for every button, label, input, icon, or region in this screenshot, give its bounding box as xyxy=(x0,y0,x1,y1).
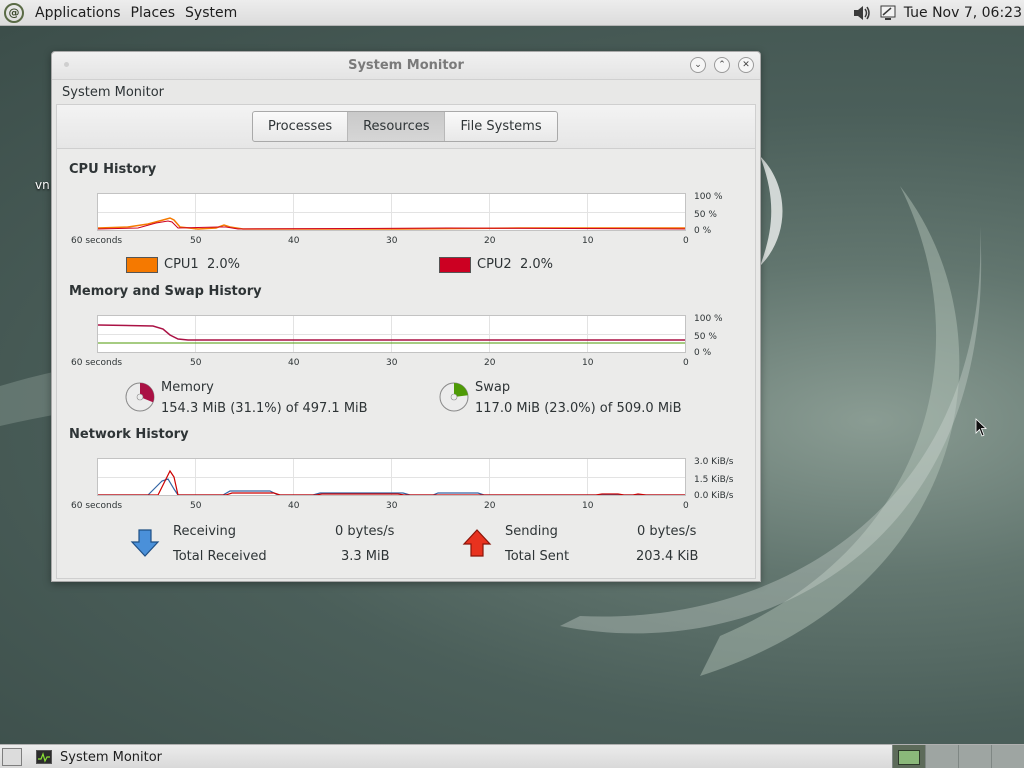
upload-arrow-icon xyxy=(462,529,492,557)
sending-value: 0 bytes/s xyxy=(637,524,697,539)
cpu2-color-swatch[interactable] xyxy=(439,257,471,273)
volume-icon[interactable] xyxy=(852,3,872,23)
cpu-ytick-100: 100 % xyxy=(694,192,723,202)
tab-strip: Processes Resources File Systems xyxy=(57,105,755,149)
network-xtick-60: 60 seconds xyxy=(71,501,123,511)
memory-ytick-0: 0 % xyxy=(694,348,712,358)
memory-xtick-50: 50 xyxy=(190,358,202,368)
swap-detail: 117.0 MiB (23.0%) of 509.0 MiB xyxy=(475,401,682,416)
workspace-switcher xyxy=(892,745,1024,768)
desktop-icon-label[interactable]: vn xyxy=(35,178,50,192)
cpu-ytick-0: 0 % xyxy=(694,226,712,236)
cpu-xtick-30: 30 xyxy=(386,236,398,246)
swap-label: Swap xyxy=(475,380,511,395)
menu-places[interactable]: Places xyxy=(126,5,181,21)
total-received-value: 3.3 MiB xyxy=(341,549,390,564)
cpu-xtick-20: 20 xyxy=(484,236,496,246)
cpu-xtick-10: 10 xyxy=(582,236,594,246)
network-xtick-20: 20 xyxy=(484,501,496,511)
menu-system[interactable]: System xyxy=(180,5,242,21)
workspace-2[interactable] xyxy=(925,745,958,768)
network-history-title: Network History xyxy=(69,427,189,442)
cpu1-color-swatch[interactable] xyxy=(126,257,158,273)
memory-detail: 154.3 MiB (31.1%) of 497.1 MiB xyxy=(161,401,368,416)
memory-xtick-30: 30 xyxy=(386,358,398,368)
memory-xtick-10: 10 xyxy=(582,358,594,368)
show-desktop-icon[interactable] xyxy=(2,748,22,766)
bottom-taskbar: System Monitor xyxy=(0,744,1024,768)
close-button[interactable]: ✕ xyxy=(738,57,754,73)
swap-pie-icon[interactable] xyxy=(438,381,470,413)
network-xtick-30: 30 xyxy=(386,501,398,511)
mouse-pointer-icon xyxy=(975,418,988,437)
top-panel: @ Applications Places System Tue Nov 7, … xyxy=(0,0,1024,26)
memory-xtick-60: 60 seconds xyxy=(71,358,123,368)
network-icon[interactable] xyxy=(878,3,898,23)
cpu-xtick-50: 50 xyxy=(190,236,202,246)
cpu1-value: 2.0% xyxy=(206,257,240,272)
cpu1-label: CPU1 2.0% xyxy=(164,257,240,272)
system-monitor-window: System Monitor ⌄ ⌃ ✕ System Monitor Proc… xyxy=(51,51,761,582)
cpu-xtick-40: 40 xyxy=(288,236,300,246)
window-titlebar[interactable]: System Monitor ⌄ ⌃ ✕ xyxy=(52,52,760,80)
cpu-xtick-60: 60 seconds xyxy=(71,236,123,246)
cpu-xtick-0: 0 xyxy=(683,236,689,246)
download-arrow-icon xyxy=(130,529,160,557)
cpu-ytick-50: 50 % xyxy=(694,210,717,220)
clock[interactable]: Tue Nov 7, 06:23 xyxy=(904,5,1024,21)
network-xtick-40: 40 xyxy=(288,501,300,511)
memory-xtick-0: 0 xyxy=(683,358,689,368)
memory-label: Memory xyxy=(161,380,214,395)
tab-resources[interactable]: Resources xyxy=(348,112,446,141)
memory-xtick-40: 40 xyxy=(288,358,300,368)
maximize-button[interactable]: ⌃ xyxy=(714,57,730,73)
total-received-label: Total Received xyxy=(173,549,267,564)
total-sent-label: Total Sent xyxy=(505,549,570,564)
memory-ytick-50: 50 % xyxy=(694,332,717,342)
cpu2-label: CPU2 2.0% xyxy=(477,257,553,272)
receiving-value: 0 bytes/s xyxy=(335,524,395,539)
workspace-1[interactable] xyxy=(892,745,925,768)
memory-pie-icon[interactable] xyxy=(124,381,156,413)
network-xtick-0: 0 xyxy=(683,501,689,511)
tab-file-systems[interactable]: File Systems xyxy=(445,112,556,141)
taskbar-item-system-monitor[interactable]: System Monitor xyxy=(36,747,162,767)
network-ytick-min: 0.0 KiB/s xyxy=(694,491,734,501)
memory-ytick-100: 100 % xyxy=(694,314,723,324)
receiving-label: Receiving xyxy=(173,524,237,539)
total-sent-value: 203.4 KiB xyxy=(636,549,699,564)
debian-logo-icon[interactable]: @ xyxy=(4,2,24,23)
window-title: System Monitor xyxy=(348,58,464,73)
network-xtick-50: 50 xyxy=(190,501,202,511)
network-ytick-mid: 1.5 KiB/s xyxy=(694,475,734,485)
cpu2-value: 2.0% xyxy=(519,257,553,272)
menubar: System Monitor xyxy=(52,80,760,104)
taskbar-item-label: System Monitor xyxy=(60,749,163,765)
workspace-3[interactable] xyxy=(958,745,991,768)
sending-label: Sending xyxy=(505,524,558,539)
cpu-graph xyxy=(97,193,686,231)
network-ytick-max: 3.0 KiB/s xyxy=(694,457,734,467)
memory-graph xyxy=(97,315,686,353)
tab-processes[interactable]: Processes xyxy=(253,112,349,141)
memory-xtick-20: 20 xyxy=(484,358,496,368)
menu-applications[interactable]: Applications xyxy=(30,5,126,21)
workspace-4[interactable] xyxy=(991,745,1024,768)
cpu-history-title: CPU History xyxy=(69,162,157,177)
network-graph xyxy=(97,458,686,496)
system-monitor-icon xyxy=(36,750,52,764)
network-xtick-10: 10 xyxy=(582,501,594,511)
app-menu-title[interactable]: System Monitor xyxy=(62,85,164,100)
memory-history-title: Memory and Swap History xyxy=(69,284,262,299)
resources-panel: Processes Resources File Systems CPU His… xyxy=(56,104,756,579)
minimize-button[interactable]: ⌄ xyxy=(690,57,706,73)
